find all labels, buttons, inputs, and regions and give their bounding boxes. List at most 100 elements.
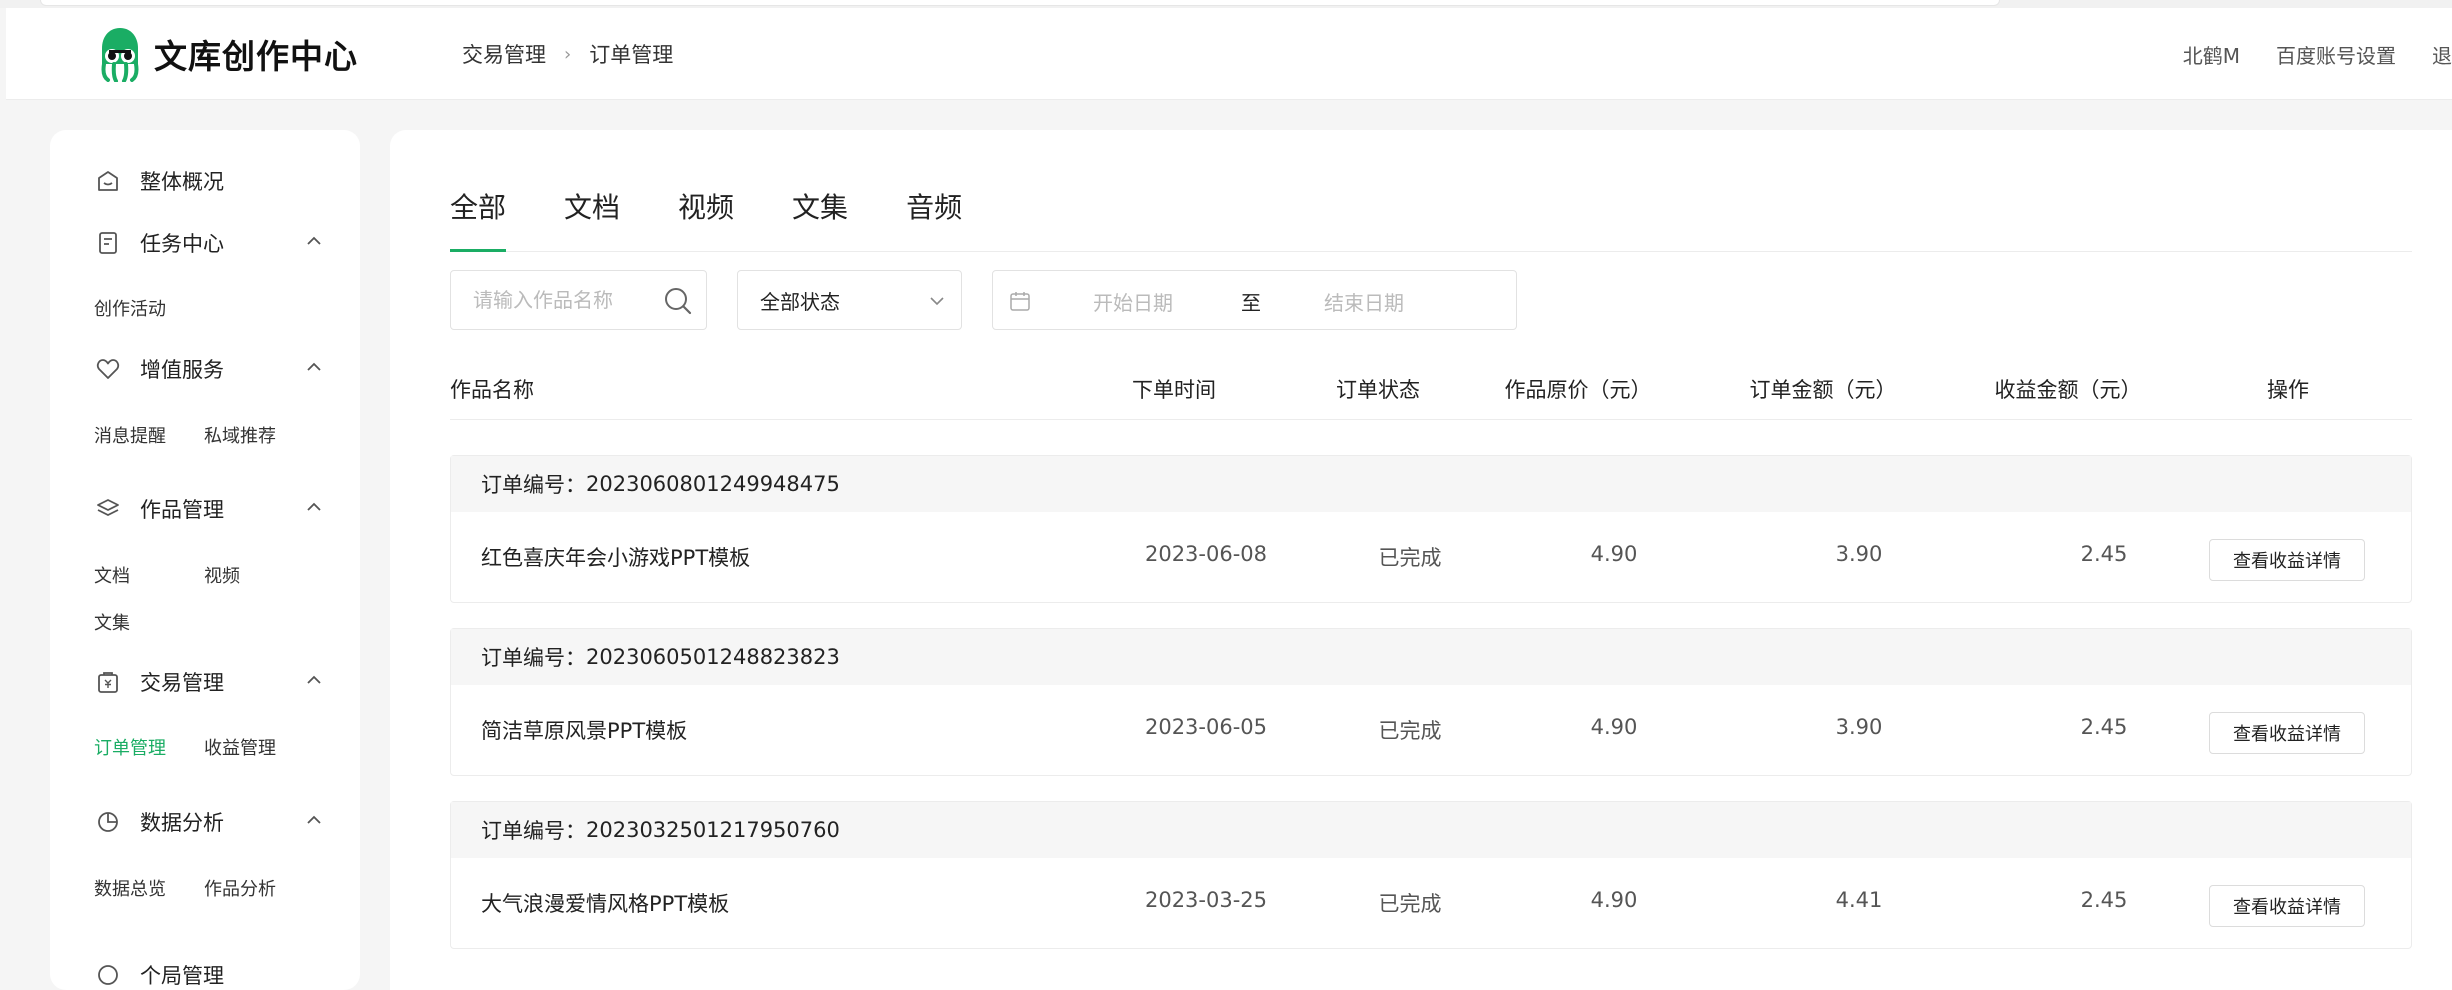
- tab-audio[interactable]: 音频: [906, 160, 962, 252]
- tab-documents[interactable]: 文档: [564, 160, 620, 252]
- chevron-up-icon[interactable]: [304, 494, 324, 522]
- sidebar-item-notifications[interactable]: 消息提醒: [94, 422, 166, 448]
- date-range-picker[interactable]: 开始日期 至 结束日期: [992, 270, 1517, 330]
- status-select[interactable]: 全部状态: [737, 270, 962, 330]
- sidebar-item-data-overview[interactable]: 数据总览: [94, 875, 166, 901]
- work-name[interactable]: 大气浪漫爱情风格PPT模板: [481, 888, 729, 918]
- sidebar-group-label: 个局管理: [140, 964, 224, 988]
- heart-icon: [96, 359, 120, 379]
- chevron-down-icon: [930, 297, 944, 306]
- order-date: 2023-03-25: [1144, 888, 1268, 912]
- order-row: 订单编号： 2023060501248823823 简洁草原风景PPT模板 202…: [450, 628, 2412, 776]
- sidebar-item-private-recommend[interactable]: 私域推荐: [204, 422, 276, 448]
- squid-logo-icon: [101, 28, 139, 82]
- order-status: 已完成: [1378, 892, 1442, 916]
- status-select-value: 全部状态: [760, 289, 840, 314]
- task-icon: [99, 232, 117, 254]
- start-date-input[interactable]: 开始日期: [1093, 287, 1173, 316]
- chevron-up-icon[interactable]: [304, 667, 324, 695]
- original-price: 4.90: [1590, 542, 1638, 566]
- original-price: 4.90: [1590, 715, 1638, 739]
- sidebar-item-documents[interactable]: 文档: [94, 562, 130, 588]
- sidebar-item-income[interactable]: 收益管理: [204, 734, 276, 760]
- column-header-name: 作品名称: [450, 378, 534, 402]
- order-number: 2023060501248823823: [586, 645, 840, 669]
- order-amount: 3.90: [1835, 715, 1883, 739]
- tab-all[interactable]: 全部: [450, 160, 507, 252]
- view-income-details-button[interactable]: 查看收益详情: [2209, 885, 2365, 927]
- sidebar-item-creation-activity[interactable]: 创作活动: [94, 295, 166, 321]
- view-income-details-button[interactable]: 查看收益详情: [2209, 539, 2365, 581]
- exit-link[interactable]: 退: [2432, 40, 2452, 69]
- column-header-date: 下单时间: [1132, 378, 1216, 402]
- sidebar-group-label: 数据分析: [140, 811, 224, 835]
- income-amount: 2.45: [2080, 542, 2128, 566]
- header-user-area: 北鹤M 百度账号设置 退: [2147, 8, 2452, 100]
- pie-chart-icon: [98, 812, 118, 832]
- tab-collections[interactable]: 文集: [792, 160, 848, 252]
- search-input[interactable]: [471, 283, 651, 317]
- sidebar-group-label: 增值服务: [140, 358, 224, 382]
- order-status: 已完成: [1378, 719, 1442, 743]
- order-amount: 3.90: [1835, 542, 1883, 566]
- order-number-bar: 订单编号： 2023060501248823823: [451, 629, 2411, 685]
- tab-bar: 全部 文档 视频 文集 音频: [450, 160, 2412, 252]
- order-date: 2023-06-08: [1144, 542, 1268, 566]
- date-range-separator: 至: [1241, 291, 1261, 315]
- work-name[interactable]: 红色喜庆年会小游戏PPT模板: [481, 542, 750, 572]
- chevron-right-icon: ›: [564, 43, 572, 65]
- logo-text: 文库创作中心: [154, 37, 358, 76]
- work-name[interactable]: 简洁草原风景PPT模板: [481, 715, 687, 745]
- tab-videos[interactable]: 视频: [678, 160, 734, 252]
- layers-icon: [97, 499, 119, 517]
- sidebar-group-trade[interactable]: 交易管理: [94, 667, 324, 697]
- chevron-up-icon[interactable]: [304, 807, 324, 835]
- home-icon: [98, 171, 118, 191]
- sidebar-item-collections[interactable]: 文集: [94, 609, 130, 635]
- sidebar-group-works[interactable]: 作品管理: [94, 494, 324, 524]
- end-date-input[interactable]: 结束日期: [1324, 287, 1404, 316]
- order-number: 2023060801249948475: [586, 472, 840, 496]
- username-link[interactable]: 北鹤M: [2183, 40, 2240, 69]
- sidebar-group-label: 任务中心: [140, 232, 224, 256]
- sidebar-group-data-analysis[interactable]: 数据分析: [94, 807, 324, 837]
- sidebar-item-label: 整体概况: [140, 170, 224, 194]
- breadcrumb-item-trade[interactable]: 交易管理: [462, 39, 546, 69]
- search-icon[interactable]: [662, 285, 694, 317]
- breadcrumb-item-orders: 订单管理: [589, 43, 674, 67]
- filter-bar: 全部状态 开始日期 至 结束日期: [450, 270, 2412, 330]
- order-row: 订单编号： 2023032501217950760 大气浪漫爱情风格PPT模板 2…: [450, 801, 2412, 949]
- sidebar-item-orders[interactable]: 订单管理: [94, 734, 166, 760]
- order-row: 订单编号： 2023060801249948475 红色喜庆年会小游戏PPT模板 …: [450, 455, 2412, 603]
- sidebar: 整体概况 任务中心 创作活动 增值服务 消息提醒 私域推荐 作品管理 文档 视频…: [50, 130, 360, 990]
- order-number-label: 订单编号：: [481, 646, 586, 670]
- chevron-up-icon[interactable]: [304, 228, 324, 256]
- order-number: 2023032501217950760: [586, 818, 840, 842]
- original-price: 4.90: [1590, 888, 1638, 912]
- order-number-label: 订单编号：: [481, 819, 586, 843]
- order-date: 2023-06-05: [1144, 715, 1268, 739]
- view-income-details-button[interactable]: 查看收益详情: [2209, 712, 2365, 754]
- table-header: 作品名称 下单时间 订单状态 作品原价（元） 订单金额（元） 收益金额（元） 操…: [450, 360, 2412, 420]
- main-panel: 全部 文档 视频 文集 音频 全部状态 开始日期 至 结束日期 作品名称 下单时…: [390, 130, 2452, 990]
- sidebar-item-videos[interactable]: 视频: [204, 562, 240, 588]
- top-header: 文库创作中心 交易管理 › 订单管理 北鹤M 百度账号设置 退: [6, 8, 2452, 100]
- settings-icon: [98, 965, 118, 985]
- search-box: [450, 270, 707, 330]
- bag-icon: [98, 672, 118, 693]
- sidebar-group-task-center[interactable]: 任务中心: [94, 228, 324, 258]
- column-header-original-price: 作品原价（元）: [1504, 378, 1652, 402]
- sidebar-group-value-added[interactable]: 增值服务: [94, 354, 324, 384]
- sidebar-group-settings[interactable]: 个局管理: [94, 960, 324, 990]
- calendar-icon: [1010, 292, 1030, 311]
- breadcrumb: 交易管理 › 订单管理: [462, 8, 673, 100]
- chevron-up-icon[interactable]: [304, 354, 324, 382]
- account-settings-link[interactable]: 百度账号设置: [2276, 40, 2396, 69]
- order-number-bar: 订单编号： 2023032501217950760: [451, 802, 2411, 858]
- sidebar-item-overview[interactable]: 整体概况: [94, 166, 324, 196]
- order-number-bar: 订单编号： 2023060801249948475: [451, 456, 2411, 512]
- column-header-income: 收益金额（元）: [1994, 378, 2142, 402]
- logo[interactable]: 文库创作中心: [96, 26, 358, 82]
- sidebar-item-works-analysis[interactable]: 作品分析: [204, 875, 276, 901]
- address-bar-remnant: [40, 0, 2000, 6]
